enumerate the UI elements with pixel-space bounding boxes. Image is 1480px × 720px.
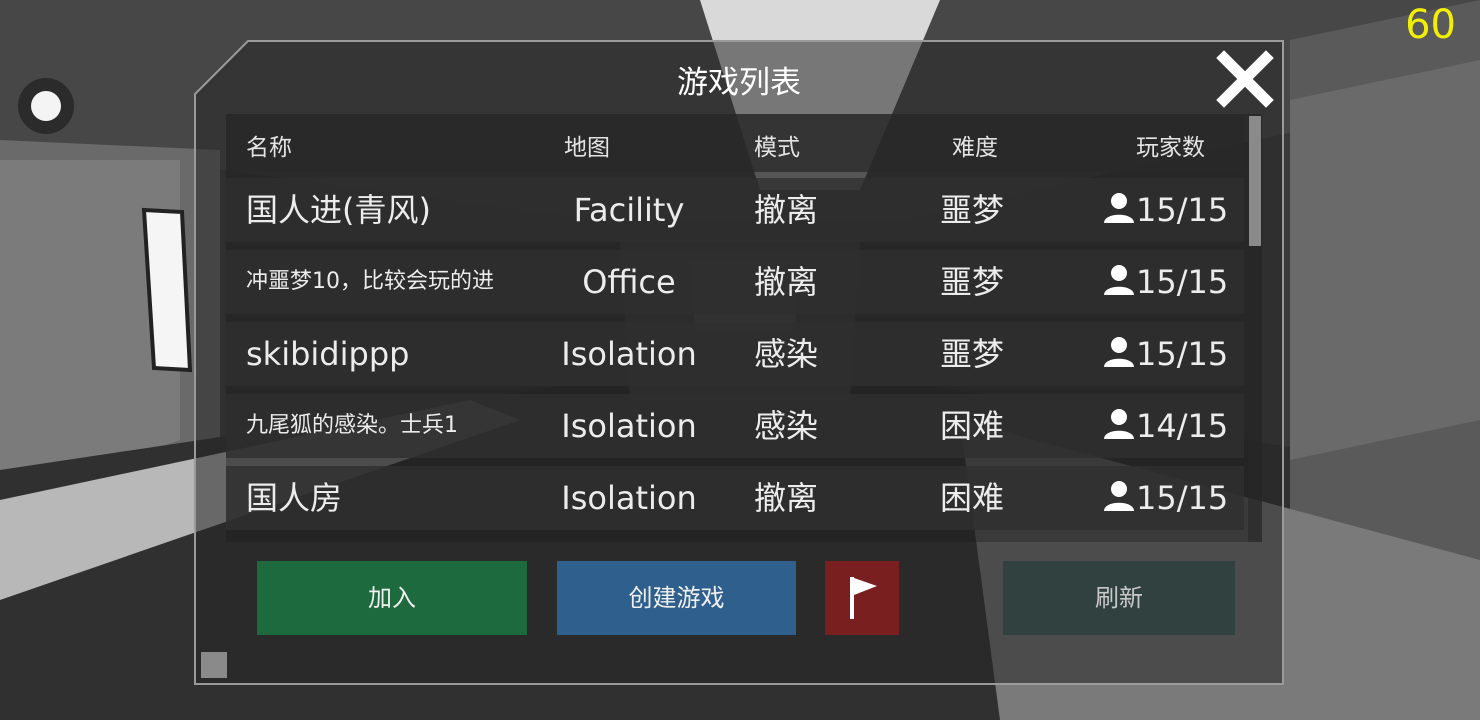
game-difficulty: 困难: [939, 479, 1004, 517]
header-difficulty: 难度: [952, 135, 998, 161]
game-map: Office: [582, 263, 676, 301]
game-row[interactable]: 冲噩梦10，比较会玩的进 Office 撤离 噩梦 15/15: [226, 250, 1244, 314]
game-difficulty: 噩梦: [939, 335, 1004, 373]
header-name: 名称: [246, 135, 292, 161]
game-difficulty: 噩梦: [939, 191, 1004, 229]
corner-indicator: [201, 652, 227, 678]
player-count: 15/15: [1136, 335, 1229, 373]
game-mode: 撤离: [753, 191, 818, 229]
game-players: 15/15: [1102, 466, 1228, 530]
game-name: 九尾狐的感染。士兵1: [246, 413, 458, 438]
player-count: 15/15: [1136, 191, 1229, 229]
game-row[interactable]: 九尾狐的感染。士兵1 Isolation 感染 困难 14/15: [226, 394, 1244, 458]
game-players: 15/15: [1102, 250, 1228, 314]
close-icon: [1216, 50, 1274, 108]
game-row[interactable]: 国人进(青风) Facility 撤离 噩梦 15/15: [226, 178, 1244, 242]
list-scrollbar[interactable]: [1248, 114, 1262, 542]
report-button[interactable]: [825, 561, 899, 635]
player-icon: [1104, 481, 1134, 511]
game-players: 15/15: [1102, 178, 1228, 242]
game-map: Isolation: [561, 335, 697, 373]
player-count: 14/15: [1136, 407, 1229, 445]
game-row[interactable]: skibidippp Isolation 感染 噩梦 15/15: [226, 322, 1244, 386]
game-screen: 60 游戏列表 名称 地图 模式 难度 玩家数 国人进(青风) Facility…: [0, 0, 1480, 720]
player-icon: [1104, 337, 1134, 367]
close-button[interactable]: [1216, 50, 1274, 108]
game-map: Isolation: [561, 407, 697, 445]
panel-title: 游戏列表: [677, 65, 801, 101]
refresh-button[interactable]: 刷新: [1003, 561, 1235, 635]
game-name: 国人房: [246, 479, 343, 517]
side-menu-button[interactable]: [18, 78, 74, 134]
flag-icon: [850, 577, 877, 619]
game-mode: 撤离: [753, 479, 818, 517]
game-mode: 感染: [753, 335, 818, 373]
fps-counter: 60: [1405, 2, 1456, 48]
player-icon: [1104, 193, 1134, 223]
header-mode: 模式: [754, 135, 800, 161]
join-button[interactable]: 加入: [257, 561, 527, 635]
game-map: Facility: [573, 191, 685, 229]
game-name: 国人进(青风): [246, 191, 431, 229]
game-players: 15/15: [1102, 322, 1228, 386]
game-list-panel: 游戏列表 名称 地图 模式 难度 玩家数 国人进(青风) Facility 撤离…: [194, 40, 1284, 685]
player-icon: [1104, 409, 1134, 439]
game-name: skibidippp: [246, 335, 410, 373]
scrollbar-thumb[interactable]: [1249, 116, 1261, 246]
game-list: 名称 地图 模式 难度 玩家数 国人进(青风) Facility 撤离 噩梦 1…: [226, 114, 1262, 542]
create-game-button[interactable]: 创建游戏: [557, 561, 796, 635]
game-map: Isolation: [561, 479, 697, 517]
player-count: 15/15: [1136, 263, 1229, 301]
game-name: 冲噩梦10，比较会玩的进: [246, 269, 494, 294]
game-row[interactable]: 国人房 Isolation 撤离 困难 15/15: [226, 466, 1244, 530]
header-players: 玩家数: [1136, 135, 1205, 161]
game-difficulty: 噩梦: [939, 263, 1004, 301]
game-difficulty: 困难: [939, 407, 1004, 445]
header-map: 地图: [564, 135, 610, 161]
player-count: 15/15: [1136, 479, 1229, 517]
game-mode: 感染: [753, 407, 818, 445]
game-players: 14/15: [1102, 394, 1228, 458]
list-header: 名称 地图 模式 难度 玩家数: [226, 114, 1244, 172]
player-icon: [1104, 265, 1134, 295]
game-mode: 撤离: [753, 263, 818, 301]
